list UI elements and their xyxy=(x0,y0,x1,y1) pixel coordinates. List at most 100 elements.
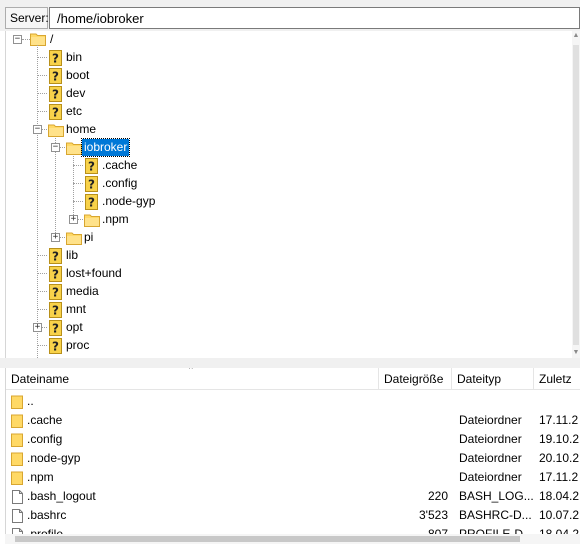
list-row[interactable]: .bash_logout 220 BASH_LOG... 18.04.2 xyxy=(6,487,580,506)
tree-node-label[interactable]: boot xyxy=(64,67,91,84)
column-header-type[interactable]: Dateityp xyxy=(452,368,534,390)
unknown-icon: ? xyxy=(49,320,62,336)
file-size: 3'523 xyxy=(419,508,448,522)
tree-node-label[interactable]: media xyxy=(64,283,101,300)
unknown-icon: ? xyxy=(49,266,62,282)
tree-row[interactable]: + .npm xyxy=(6,211,566,229)
tree-row[interactable]: ? etc xyxy=(6,103,566,121)
column-header-size[interactable]: Dateigröße xyxy=(379,368,452,390)
scroll-down-arrow-icon[interactable]: ▼ xyxy=(572,348,580,358)
file-size xyxy=(379,430,448,449)
expand-expander-icon[interactable]: + xyxy=(33,323,42,332)
tree-node-label[interactable]: .cache xyxy=(100,157,139,174)
tree-row[interactable]: ? .node-gyp xyxy=(6,193,566,211)
unknown-icon: ? xyxy=(49,104,62,120)
folder-icon xyxy=(11,471,23,485)
list-horizontal-scrollbar[interactable] xyxy=(5,534,580,544)
folder-icon xyxy=(11,433,23,447)
scroll-up-arrow-icon[interactable]: ▲ xyxy=(572,31,580,41)
tree-node-label[interactable]: .config xyxy=(100,175,139,192)
tree-node-label[interactable]: .npm xyxy=(100,211,131,228)
file-size: 220 xyxy=(427,489,448,503)
file-type: Dateiordner xyxy=(459,413,522,427)
tree-node-label[interactable]: dev xyxy=(64,85,87,102)
svg-text:?: ? xyxy=(52,340,59,354)
list-row[interactable]: .bashrc 3'523 BASHRC-D... 10.07.2 xyxy=(6,506,580,525)
tree-node-label[interactable]: .node-gyp xyxy=(100,193,157,210)
file-icon xyxy=(12,509,23,523)
tree-node-label[interactable]: proc xyxy=(64,337,91,354)
file-name[interactable]: .config xyxy=(27,430,367,449)
file-type: Dateiordner xyxy=(459,432,522,446)
unknown-icon: ? xyxy=(85,194,98,210)
svg-text:?: ? xyxy=(52,88,59,102)
tree-node-label[interactable]: bin xyxy=(64,49,84,66)
file-size xyxy=(379,449,448,468)
folder-icon xyxy=(84,213,100,227)
tree-node-label[interactable]: etc xyxy=(64,103,84,120)
tree-row[interactable]: + pi xyxy=(6,229,566,247)
directory-tree[interactable]: − /? bin? boot? dev? etc − home − iobroker? .cache… xyxy=(5,31,580,358)
list-row[interactable]: .config Dateiordner 19.10.2 xyxy=(6,430,580,449)
tree-connector xyxy=(37,111,47,112)
tree-row[interactable]: +? opt xyxy=(6,319,566,337)
collapse-expander-icon[interactable]: − xyxy=(13,35,22,44)
tree-row[interactable]: ? boot xyxy=(6,67,566,85)
list-row[interactable]: .. xyxy=(6,392,580,411)
list-row[interactable]: .cache Dateiordner 17.11.2 xyxy=(6,411,580,430)
unknown-icon: ? xyxy=(49,50,62,66)
file-icon xyxy=(12,490,23,504)
tree-row[interactable]: − iobroker xyxy=(6,138,566,157)
svg-text:?: ? xyxy=(88,178,95,192)
tree-row[interactable]: ? .cache xyxy=(6,157,566,175)
tree-row[interactable]: ? media xyxy=(6,283,566,301)
file-name[interactable]: .cache xyxy=(27,411,367,430)
tree-vertical-scrollbar[interactable]: ▲ ▼ xyxy=(572,31,580,358)
list-row[interactable]: .npm Dateiordner 17.11.2 xyxy=(6,468,580,487)
collapse-expander-icon[interactable]: − xyxy=(33,125,42,134)
svg-text:?: ? xyxy=(52,268,59,282)
file-name[interactable]: .. xyxy=(27,392,367,411)
tree-row[interactable]: ? .config xyxy=(6,175,566,193)
tree-node-label[interactable]: iobroker xyxy=(80,138,131,157)
tree-node-label[interactable]: pi xyxy=(82,229,95,246)
folder-icon xyxy=(11,414,23,428)
scroll-thumb[interactable] xyxy=(573,45,579,345)
tree-row[interactable]: − home xyxy=(6,121,566,139)
list-row[interactable]: .node-gyp Dateiordner 20.10.2 xyxy=(6,449,580,468)
tree-row[interactable]: ? lib xyxy=(6,247,566,265)
tree-row[interactable]: ? mnt xyxy=(6,301,566,319)
folder-icon xyxy=(11,452,23,466)
tree-node-label[interactable]: home xyxy=(64,121,98,138)
tree-row[interactable]: ? bin xyxy=(6,49,566,67)
tree-connector xyxy=(22,39,30,40)
unknown-icon: ? xyxy=(49,248,62,264)
file-name[interactable]: .node-gyp xyxy=(27,449,367,468)
tree-row-root[interactable]: − / xyxy=(6,31,566,49)
column-header-modified[interactable]: Zuletz xyxy=(534,368,580,390)
collapse-expander-icon[interactable]: − xyxy=(51,143,60,152)
tree-node-label[interactable]: opt xyxy=(64,319,85,336)
file-name[interactable]: .npm xyxy=(27,468,367,487)
svg-text:?: ? xyxy=(52,322,59,336)
expand-expander-icon[interactable]: + xyxy=(69,215,78,224)
scroll-thumb[interactable] xyxy=(15,536,520,542)
tree-node-label[interactable]: lib xyxy=(64,247,80,264)
column-header-name[interactable]: Dateiname xyxy=(6,368,379,390)
tree-row[interactable]: ? dev xyxy=(6,85,566,103)
pane-splitter[interactable] xyxy=(0,358,580,368)
tree-node-label[interactable]: mnt xyxy=(64,301,88,318)
tree-connector xyxy=(37,93,47,94)
tree-row[interactable]: ? proc xyxy=(6,337,566,355)
file-name[interactable]: .bash_logout xyxy=(27,487,367,506)
tree-node-label[interactable]: / xyxy=(48,31,55,48)
file-list[interactable]: ^ Dateiname Dateigröße Dateityp Zuletz .… xyxy=(5,368,580,544)
tree-node-label[interactable]: lost+found xyxy=(64,265,124,282)
file-type: BASHRC-D... xyxy=(459,508,532,522)
file-name[interactable]: .bashrc xyxy=(27,506,367,525)
tree-connector xyxy=(37,255,47,256)
unknown-icon: ? xyxy=(85,176,98,192)
tree-row[interactable]: ? lost+found xyxy=(6,265,566,283)
server-path-input[interactable] xyxy=(49,7,580,29)
expand-expander-icon[interactable]: + xyxy=(51,233,60,242)
